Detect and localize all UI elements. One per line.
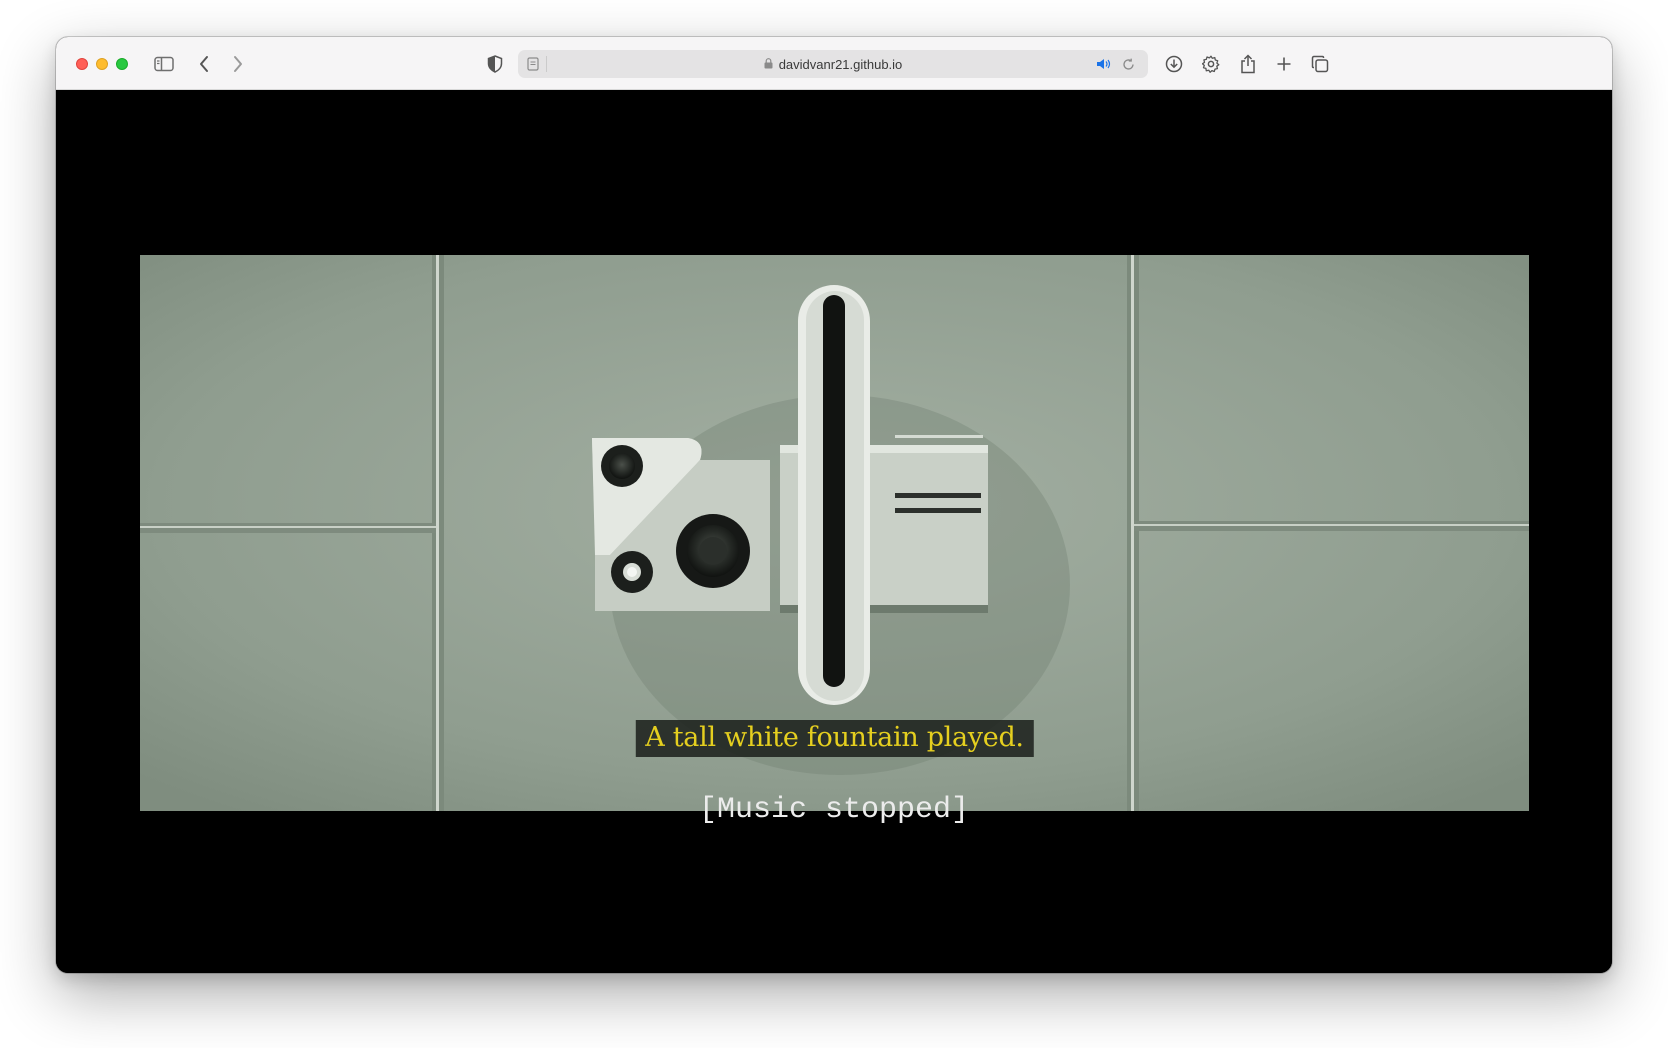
downloads-icon[interactable]	[1162, 52, 1186, 76]
privacy-shield-icon[interactable]	[483, 52, 507, 76]
share-icon[interactable]	[1236, 52, 1260, 76]
forward-icon[interactable]	[226, 52, 250, 76]
audio-status-text: [Music stopped]	[698, 793, 970, 827]
tab-overview-icon[interactable]	[1308, 52, 1332, 76]
video-player[interactable]: A tall white fountain played.	[140, 255, 1529, 811]
browser-window: davidvanr21.github.io A tall white fount…	[56, 37, 1612, 973]
window-minimize-button[interactable]	[96, 58, 108, 70]
window-maximize-button[interactable]	[116, 58, 128, 70]
new-tab-icon[interactable]	[1272, 52, 1296, 76]
back-icon[interactable]	[192, 52, 216, 76]
browser-toolbar: davidvanr21.github.io	[56, 37, 1612, 90]
address-bar[interactable]: davidvanr21.github.io	[518, 50, 1148, 78]
gear-icon[interactable]	[1199, 52, 1223, 76]
speaker-icon[interactable]	[1092, 52, 1116, 76]
page-content: A tall white fountain played. [Music sto…	[56, 90, 1612, 973]
url-display[interactable]: davidvanr21.github.io	[518, 50, 1148, 78]
window-close-button[interactable]	[76, 58, 88, 70]
url-text: davidvanr21.github.io	[778, 56, 903, 72]
sidebar-toggle-icon[interactable]	[152, 52, 176, 76]
subtitle-caption: A tall white fountain played.	[635, 720, 1034, 757]
lock-icon	[764, 57, 773, 72]
reload-icon[interactable]	[1116, 52, 1140, 76]
